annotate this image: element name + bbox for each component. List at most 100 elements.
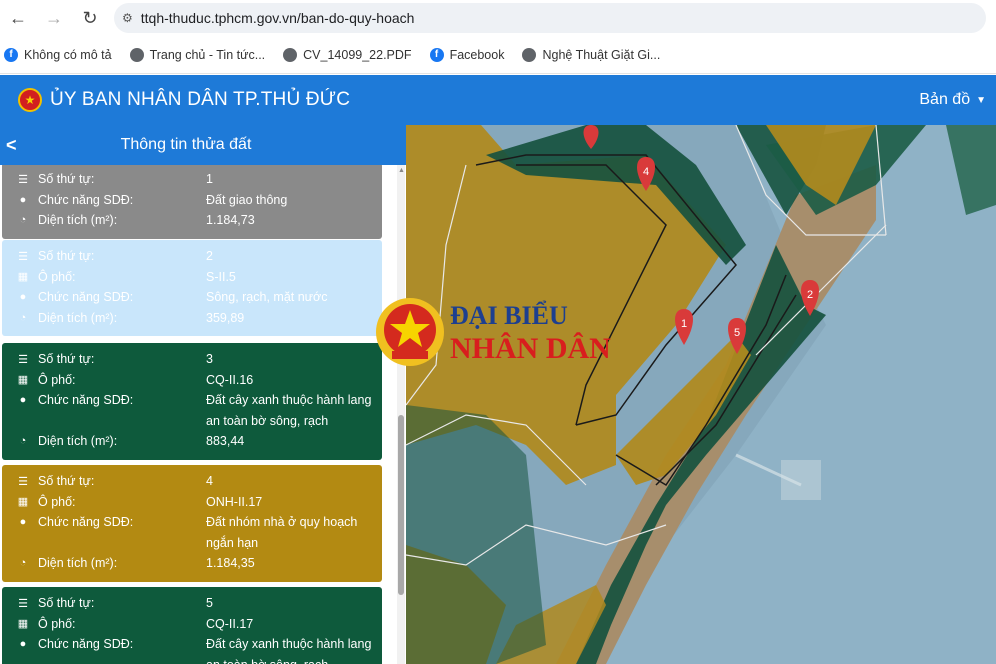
pie-icon: ◔: [19, 214, 27, 227]
field-value: 3: [206, 352, 213, 366]
parcel-card[interactable]: ☰ Số thứ tự: 3 ▦ Ô phố: CQ-II.16 ● Chức năng SD…: [2, 343, 382, 460]
field-label: Diện tích (m²):: [38, 213, 118, 227]
list-icon: ☰: [18, 597, 28, 610]
list-icon: ☰: [18, 475, 28, 488]
parcel-list[interactable]: ☰ Số thứ tự: 1 ● Chức năng SDĐ: Đất giao thôn…: [0, 165, 406, 664]
field-label: Chức năng SDĐ:: [38, 393, 134, 407]
field-label: Diện tích (m²):: [38, 434, 118, 448]
bookmark-item[interactable]: f Không có mô tả: [4, 47, 112, 62]
field-label: Ô phố:: [38, 372, 76, 387]
field-value: Đất cây xanh thuộc hành lang an toàn bờ …: [206, 393, 372, 428]
site-settings-icon[interactable]: ⚙: [122, 11, 133, 25]
grid-icon: ▦: [17, 496, 29, 509]
panel-header: < Thông tin thửa đất: [0, 125, 406, 165]
field-value: 4: [206, 474, 213, 488]
field-value: 2: [206, 249, 213, 263]
pie-icon: ◔: [19, 311, 27, 324]
parcel-field-row: ◔ Diện tích (m²): 359,89: [16, 308, 382, 329]
field-label: Chức năng SDĐ:: [38, 290, 134, 304]
parcel-field-row: ◔ Diện tích (m²): 883,44: [16, 431, 382, 452]
bookmark-item[interactable]: f Facebook: [429, 47, 504, 62]
field-value: Đất cây xanh thuộc hành lang an toàn bờ …: [206, 637, 372, 664]
parcel-card[interactable]: ☰ Số thứ tự: 5 ▦ Ô phố: CQ-II.17 ● Chức năng SD…: [2, 587, 382, 664]
parcel-field-row: ☰ Số thứ tự: 5: [16, 593, 382, 614]
bookmarks-bar: f Không có mô tả Trang chủ - Tin tức... C…: [0, 36, 996, 74]
watermark-emblem-icon: [376, 298, 444, 366]
watermark: ĐẠI BIỂU NHÂN DÂN: [374, 296, 624, 368]
field-value: Đất nhóm nhà ở quy hoạch ngắn hạn: [206, 515, 358, 550]
field-value: 883,44: [206, 434, 245, 448]
parcel-field-row: ● Chức năng SDĐ: Đất cây xanh thuộc hành l…: [16, 634, 382, 664]
field-value: S-II.5: [206, 269, 236, 284]
national-emblem-icon: ★: [18, 88, 42, 112]
map-menu-button[interactable]: Bản đồ ▼: [919, 91, 986, 109]
globe-icon: ●: [19, 516, 27, 529]
field-value: 1.184,35: [206, 556, 255, 570]
app-header: ★ ỦY BAN NHÂN DÂN TP.THỦ ĐỨC Bản đồ ▼: [0, 75, 996, 125]
field-value: 5: [206, 596, 213, 610]
app-title: ỦY BAN NHÂN DÂN TP.THỦ ĐỨC: [50, 89, 351, 110]
globe-icon: ●: [19, 291, 27, 304]
field-label: Số thứ tự:: [38, 172, 95, 186]
field-value: 1: [206, 172, 213, 186]
grid-icon: ▦: [17, 374, 29, 387]
field-label: Số thứ tự:: [38, 596, 95, 610]
globe-icon: [283, 47, 298, 62]
field-label: Chức năng SDĐ:: [38, 637, 134, 651]
chevron-left-icon[interactable]: <: [6, 135, 36, 156]
field-value: 359,89: [206, 310, 245, 325]
pie-icon: ◔: [19, 435, 27, 448]
field-label: Ô phố:: [38, 616, 76, 631]
browser-toolbar: ← → ↻ ⚙ ttqh-thuduc.tphcm.gov.vn/ban-do-…: [0, 0, 996, 36]
field-value: CQ-II.17: [206, 616, 254, 631]
parcel-card[interactable]: ☰ Số thứ tự: 1 ● Chức năng SDĐ: Đất giao thôn…: [2, 165, 382, 239]
bookmark-item[interactable]: CV_14099_22.PDF: [283, 47, 412, 62]
url-text: ttqh-thuduc.tphcm.gov.vn/ban-do-quy-hoac…: [140, 10, 415, 26]
parcel-field-row: ☰ Số thứ tự: 4: [16, 471, 382, 492]
bookmark-item[interactable]: Trang chủ - Tin tức...: [129, 47, 265, 62]
watermark-line1: ĐẠI BIỂU: [450, 301, 568, 330]
field-value: CQ-II.16: [206, 372, 254, 387]
marker-label: 5: [734, 327, 740, 339]
parcel-field-row: ▦ Ô phố: CQ-II.17: [16, 614, 382, 635]
facebook-icon: f: [4, 47, 18, 62]
parcel-field-row: ● Chức năng SDĐ: Đất giao thông: [16, 190, 382, 211]
parcel-field-row: ☰ Số thứ tự: 3: [16, 349, 382, 370]
scrollbar-thumb[interactable]: [398, 415, 404, 595]
field-label: Ô phố:: [38, 269, 76, 284]
bookmark-item[interactable]: Nghệ Thuật Giặt Gi...: [522, 47, 660, 62]
globe-icon: [129, 47, 144, 62]
parcel-card[interactable]: ☰ Số thứ tự: 2 ▦ Ô phố: S-II.5 ● Chức năng SDĐ:…: [2, 240, 382, 336]
parcel-field-row: ● Chức năng SDĐ: Sông, rạch, mặt nước: [16, 287, 382, 308]
list-icon: ☰: [18, 173, 28, 186]
panel-title: Thông tin thửa đất: [120, 136, 252, 153]
parcel-field-row: ◔ Diện tích (m²): 1.184,35: [16, 553, 382, 574]
grid-icon: ▦: [17, 618, 29, 631]
caret-down-icon: ▼: [976, 94, 986, 106]
watermark-line2: NHÂN DÂN: [450, 332, 611, 365]
parcel-field-row: ◔ Diện tích (m²): 1.184,73: [16, 210, 382, 231]
planning-map[interactable]: 4 1 5 2: [406, 125, 996, 664]
parcel-field-row: ▦ Ô phố: ONH-II.17: [16, 492, 382, 513]
parcel-field-row: ▦ Ô phố: CQ-II.16: [16, 370, 382, 391]
field-label: Chức năng SDĐ:: [38, 515, 134, 529]
marker-label: 1: [681, 318, 687, 330]
forward-arrow-icon[interactable]: →: [36, 0, 72, 36]
map-canvas[interactable]: 4 1 5 2: [406, 125, 996, 664]
field-value: ONH-II.17: [206, 494, 263, 509]
parcel-field-row: ☰ Số thứ tự: 2: [16, 246, 382, 267]
parcel-card[interactable]: ☰ Số thứ tự: 4 ▦ Ô phố: ONH-II.17 ● Chức năng S…: [2, 465, 382, 582]
field-label: Diện tích (m²):: [38, 556, 118, 570]
scroll-up-icon[interactable]: ▲: [398, 167, 405, 174]
list-icon: ☰: [18, 250, 28, 263]
facebook-icon: f: [429, 47, 444, 62]
field-label: Số thứ tự:: [38, 474, 95, 488]
pie-icon: ◔: [19, 557, 27, 570]
reload-icon[interactable]: ↻: [72, 0, 108, 36]
back-arrow-icon[interactable]: ←: [0, 0, 36, 36]
parcel-field-row: ▦ Ô phố: S-II.5: [16, 267, 382, 288]
address-bar[interactable]: ⚙ ttqh-thuduc.tphcm.gov.vn/ban-do-quy-ho…: [114, 3, 986, 33]
field-value: Đất giao thông: [206, 192, 288, 207]
marker-label: 2: [807, 289, 813, 301]
parcel-field-row: ● Chức năng SDĐ: Đất nhóm nhà ở quy hoạch …: [16, 512, 382, 553]
